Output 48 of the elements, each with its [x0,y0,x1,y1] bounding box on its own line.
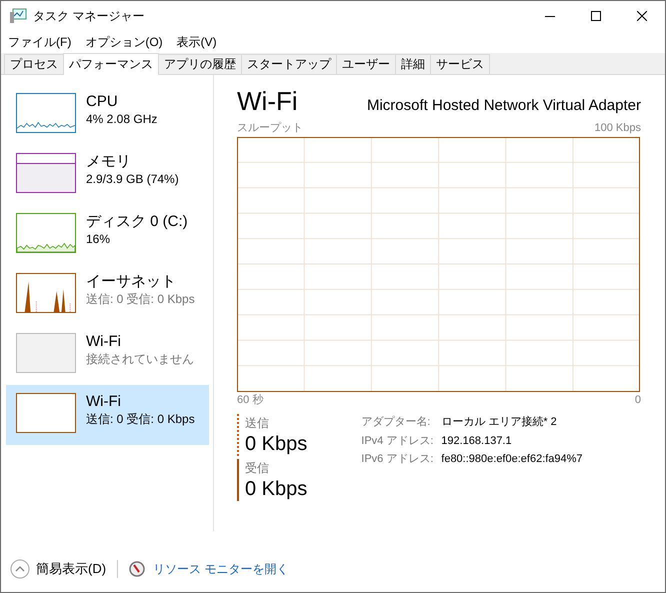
property-label: IPv6 アドレス: [361,452,434,467]
menu-item[interactable]: 表示(V) [176,33,217,51]
property-value: ローカル エリア接続* 2 [441,414,558,430]
receive-label: 受信 [245,460,270,477]
time-axis-label: 60 秒 [237,392,264,408]
item-detail: 送信: 0 受信: 0 Kbps [86,411,195,428]
maximize-icon [591,11,601,21]
item-name: Wi-Fi [86,333,122,351]
item-detail: 2.9/3.9 GB (74%) [86,171,179,188]
tab[interactable]: プロセス [4,54,64,74]
sidebar-item[interactable]: Wi-Fi 送信: 0 受信: 0 Kbps [6,385,209,445]
property-value: fe80::980e:ef0e:ef62:fa94%7 [441,452,583,467]
detail-title: Wi-Fi [237,85,298,117]
fewer-details-label: 簡易表示(D) [36,560,106,578]
sidebar-item[interactable]: CPU 4% 2.08 GHz [6,85,209,145]
item-detail: 4% 2.08 GHz [86,111,158,128]
gauge-icon [129,561,146,577]
window-title: タスク マネージャー [33,8,144,25]
time-axis-label: 0 [634,392,641,408]
property-label: IPv4 アドレス: [361,434,434,448]
send-label: 送信 [245,415,270,432]
item-detail: 16% [86,231,112,248]
close-icon [637,11,647,21]
sidebar-item[interactable]: イーサネット 送信: 0 受信: 0 Kbps [6,265,209,325]
receive-value: 0 Kbps [245,477,308,501]
send-value: 0 Kbps [245,432,308,456]
item-name: Wi-Fi [86,393,122,411]
chevron-up-icon [10,559,30,579]
app-icon [9,8,27,24]
menu-item[interactable]: オプション(O) [85,33,163,51]
graph-label: スループット [237,120,303,136]
adapter-name: Microsoft Hosted Network Virtual Adapter [366,96,641,116]
property-value: 192.168.137.1 [441,434,513,448]
graph-max-label: 100 Kbps [594,121,641,136]
item-name: CPU [86,93,119,111]
item-detail: 送信: 0 受信: 0 Kbps [86,291,195,308]
item-detail: 接続されていません [86,351,194,368]
menu-item[interactable]: ファイル(F) [8,33,72,51]
sidebar-item[interactable]: メモリ 2.9/3.9 GB (74%) [6,145,209,205]
resource-monitor-link[interactable]: リソース モニターを開く [153,560,288,578]
fewer-details-button[interactable]: 簡易表示(D) [10,559,106,579]
property-label: アダプター名: [361,414,432,430]
tab[interactable]: サービス [430,54,490,74]
tab[interactable]: パフォーマンス [63,53,159,75]
item-name: メモリ [86,153,132,171]
item-name: イーサネット [86,273,177,291]
item-name: ディスク 0 (C:) [86,213,188,231]
sidebar-item[interactable]: ディスク 0 (C:) 16% [6,205,209,265]
